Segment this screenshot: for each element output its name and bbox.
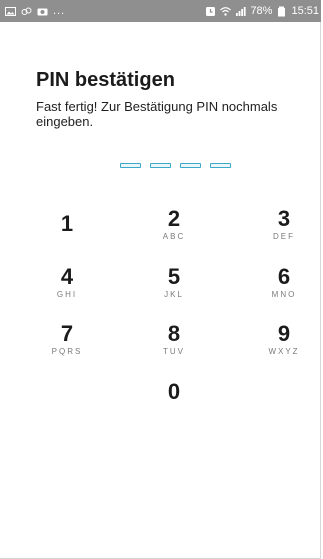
key-digit: 2 <box>167 206 181 231</box>
key-digit: 6 <box>277 264 291 289</box>
key-2[interactable]: 2 ABC <box>134 207 214 261</box>
key-digit: 9 <box>277 321 291 346</box>
key-letters: MNO <box>271 290 297 299</box>
key-1[interactable]: 1 <box>27 212 107 266</box>
key-3[interactable]: 3 DEF <box>244 207 323 261</box>
numeric-keypad: 1 2 ABC 3 DEF 4 GHI 5 JKL 6 MNO 7 PQRS 8… <box>0 0 321 559</box>
key-letters: TUV <box>163 347 185 356</box>
key-digit: 8 <box>167 321 181 346</box>
key-letters: PQRS <box>51 347 83 356</box>
key-digit: 4 <box>60 264 74 289</box>
key-letters: ABC <box>162 232 186 241</box>
key-letters: GHI <box>56 290 78 299</box>
app-screen: ... 78% 15:51 PIN bestätigen Fast fertig… <box>0 0 321 559</box>
key-digit: 0 <box>167 379 181 404</box>
key-digit: 3 <box>277 206 291 231</box>
key-digit: 7 <box>60 321 74 346</box>
key-8[interactable]: 8 TUV <box>134 322 214 376</box>
key-6[interactable]: 6 MNO <box>244 265 323 319</box>
key-digit: 1 <box>60 211 74 236</box>
key-digit: 5 <box>167 264 181 289</box>
key-letters: JKL <box>164 290 184 299</box>
key-letters: WXYZ <box>268 347 300 356</box>
key-7[interactable]: 7 PQRS <box>27 322 107 376</box>
key-0[interactable]: 0 <box>134 380 214 434</box>
key-9[interactable]: 9 WXYZ <box>244 322 323 376</box>
key-5[interactable]: 5 JKL <box>134 265 214 319</box>
key-4[interactable]: 4 GHI <box>27 265 107 319</box>
key-letters: DEF <box>273 232 295 241</box>
